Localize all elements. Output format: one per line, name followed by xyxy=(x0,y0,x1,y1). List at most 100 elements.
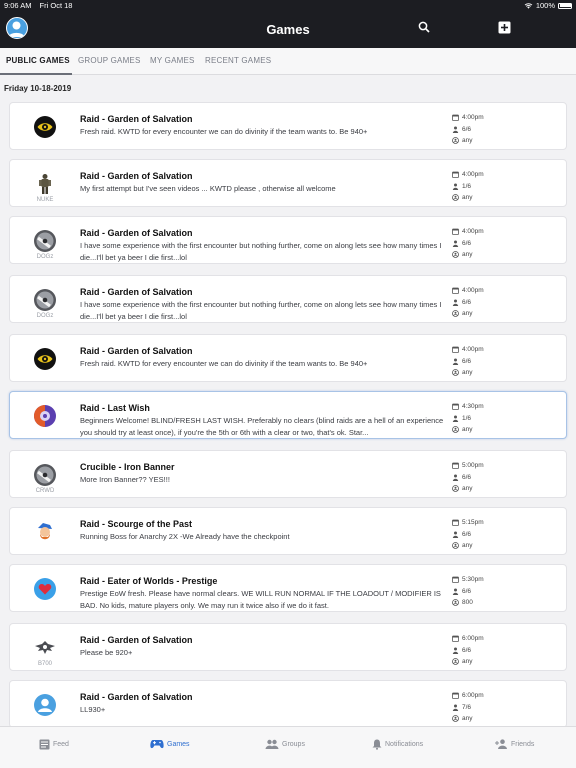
game-description: Prestige EoW fresh. Please have normal c… xyxy=(80,589,441,610)
player-count: 6/6 xyxy=(462,357,472,365)
player-icon xyxy=(452,126,459,133)
nav-bar: Games xyxy=(0,12,576,48)
wifi-icon xyxy=(524,3,533,9)
game-title: Crucible - Iron Banner xyxy=(80,462,175,472)
cartoon-avatar-icon xyxy=(34,521,56,543)
tabbar-groups[interactable]: Groups xyxy=(265,739,305,749)
tabbar-feed-label: Feed xyxy=(53,741,69,748)
game-description: Please be 920+ xyxy=(80,648,133,657)
game-meta: 6:00pm 7/6 any xyxy=(452,690,484,725)
groups-icon xyxy=(265,739,279,749)
game-card[interactable]: Raid - Last Wish Beginners Welcome! BLIND… xyxy=(9,391,567,439)
game-meta: 5:15pm 6/6 any xyxy=(452,517,484,552)
game-card[interactable]: Raid - Eater of Worlds - Prestige Prestig… xyxy=(9,564,567,612)
game-title: Raid - Garden of Salvation xyxy=(80,171,193,181)
calendar-icon xyxy=(452,287,459,295)
host-tag: CRWD xyxy=(35,488,55,494)
tabbar-games-label: Games xyxy=(167,740,190,748)
player-icon xyxy=(452,240,459,247)
power-level-icon xyxy=(452,369,459,377)
page-title: Games xyxy=(266,22,310,37)
tabbar-friends[interactable]: Friends xyxy=(495,739,534,749)
tab-public-games[interactable]: PUBLIC GAMES xyxy=(6,56,70,65)
battery-icon xyxy=(558,2,572,9)
power-requirement: any xyxy=(462,542,473,550)
player-count: 6/6 xyxy=(462,587,472,595)
tab-recent-games[interactable]: RECENT GAMES xyxy=(205,56,271,65)
power-requirement: any xyxy=(462,251,473,259)
game-time: 4:30pm xyxy=(462,403,484,411)
eye-emblem-icon xyxy=(34,348,56,370)
game-description: My first attempt but I've seen videos ..… xyxy=(80,184,336,193)
game-title: Raid - Scourge of the Past xyxy=(80,519,193,529)
active-tab-indicator xyxy=(0,73,72,75)
player-count: 6/6 xyxy=(462,646,472,654)
player-icon xyxy=(452,299,459,306)
game-meta: 4:00pm 6/6 any xyxy=(452,112,484,147)
tabbar-feed[interactable]: Feed xyxy=(39,739,69,750)
power-level-icon xyxy=(452,426,459,434)
status-date: Fri Oct 18 xyxy=(39,1,73,10)
player-count: 6/6 xyxy=(462,125,472,133)
search-icon[interactable] xyxy=(418,21,430,33)
game-description: Beginners Welcome! BLIND/FRESH LAST WISH… xyxy=(80,416,444,437)
game-time: 4:00pm xyxy=(462,287,484,295)
game-card[interactable]: B700 Raid - Garden of Salvation Please be … xyxy=(9,623,567,671)
power-requirement: any xyxy=(462,310,473,318)
game-title: Raid - Garden of Salvation xyxy=(80,635,193,645)
power-requirement: any xyxy=(462,715,473,723)
power-level-icon xyxy=(452,715,459,723)
status-bar: 9:06 AM Fri Oct 18 100% xyxy=(0,0,576,12)
power-requirement: any xyxy=(462,658,473,666)
game-card[interactable]: NUKE Raid - Garden of Salvation My first a… xyxy=(9,159,567,207)
tabbar-games[interactable]: Games xyxy=(150,739,190,749)
game-title: Raid - Garden of Salvation xyxy=(80,114,193,124)
heart-badge-icon xyxy=(34,578,56,600)
calendar-icon xyxy=(452,171,459,179)
player-icon xyxy=(452,474,459,481)
power-level-icon xyxy=(452,137,459,145)
game-meta: 4:00pm 6/6 any xyxy=(452,226,484,261)
player-count: 1/6 xyxy=(462,182,472,190)
game-card[interactable]: Raid - Garden of Salvation Fresh raid. KW… xyxy=(9,102,567,150)
game-title: Raid - Garden of Salvation xyxy=(80,228,193,238)
power-level-icon xyxy=(452,542,459,550)
player-count: 6/6 xyxy=(462,239,472,247)
add-game-icon[interactable] xyxy=(498,21,511,34)
power-level-icon xyxy=(452,599,459,607)
game-card[interactable]: CRWD Crucible - Iron Banner More Iron Bann… xyxy=(9,450,567,498)
game-time: 4:00pm xyxy=(462,346,484,354)
add-friend-icon xyxy=(495,739,507,749)
calendar-icon xyxy=(452,519,459,527)
default-user-icon xyxy=(34,694,56,716)
player-icon xyxy=(452,531,459,538)
calendar-icon xyxy=(452,692,459,700)
game-card[interactable]: DOGz Raid - Garden of Salvation I have som… xyxy=(9,216,567,264)
calendar-icon xyxy=(452,462,459,470)
ghost-shell-icon xyxy=(34,464,56,486)
game-filter-tabs: PUBLIC GAMES GROUP GAMES MY GAMES RECENT… xyxy=(0,48,576,75)
soldier-figure-icon xyxy=(34,173,56,195)
game-card[interactable]: Raid - Garden of Salvation LL930+ 6:00pm 7/… xyxy=(9,680,567,728)
player-count: 6/6 xyxy=(462,473,472,481)
game-meta: 6:00pm 6/6 any xyxy=(452,633,484,668)
game-card[interactable]: DOGz Raid - Garden of Salvation I have som… xyxy=(9,275,567,323)
game-description: I have some experience with the first en… xyxy=(80,241,442,262)
player-count: 7/6 xyxy=(462,703,472,711)
tab-my-games[interactable]: MY GAMES xyxy=(150,56,195,65)
power-level-icon xyxy=(452,194,459,202)
tabbar-notifications[interactable]: Notifications xyxy=(372,739,423,750)
game-time: 6:00pm xyxy=(462,635,484,643)
game-time: 5:15pm xyxy=(462,519,484,527)
game-card[interactable]: Raid - Garden of Salvation Fresh raid. KW… xyxy=(9,334,567,382)
game-meta: 4:00pm 1/6 any xyxy=(452,169,484,204)
game-description: More Iron Banner?? YES!!! xyxy=(80,475,170,484)
game-description: I have some experience with the first en… xyxy=(80,300,442,321)
tab-group-games[interactable]: GROUP GAMES xyxy=(78,56,141,65)
game-meta: 4:30pm 1/6 any xyxy=(452,401,484,436)
winged-emblem-icon xyxy=(34,637,56,659)
host-tag: NUKE xyxy=(36,197,54,203)
power-level-icon xyxy=(452,251,459,259)
calendar-icon xyxy=(452,576,459,584)
game-card[interactable]: Raid - Scourge of the Past Running Boss f… xyxy=(9,507,567,555)
